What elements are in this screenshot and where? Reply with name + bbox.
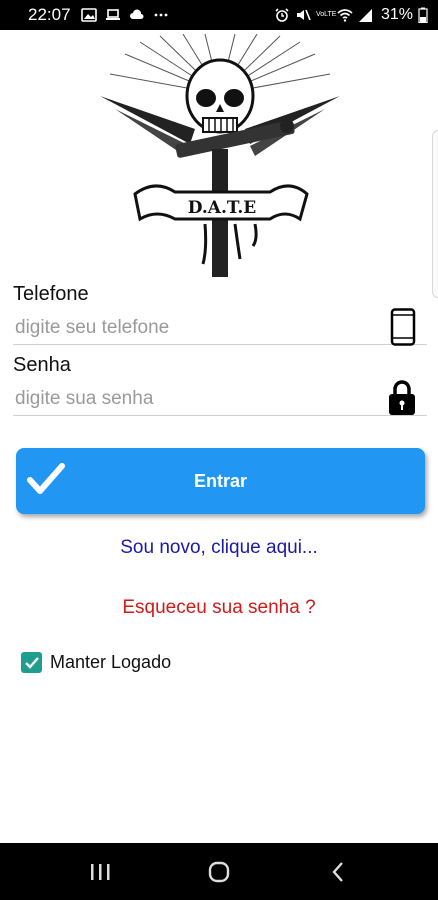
mute-icon (296, 9, 311, 21)
check-icon (24, 656, 39, 669)
alarm-icon (275, 8, 289, 22)
volte-icon: VoLTE (315, 11, 337, 18)
back-icon (332, 861, 344, 882)
recents-icon (90, 863, 110, 880)
smartphone-icon (390, 308, 416, 346)
back-button[interactable] (308, 852, 368, 892)
signal-icon (358, 9, 372, 22)
enter-button-label: Entrar (193, 470, 247, 491)
date-logo: D.A.T.E (100, 34, 340, 277)
keep-logged-row[interactable]: Manter Logado (21, 652, 171, 673)
checkmark-icon (27, 463, 65, 494)
keep-logged-label: Manter Logado (50, 652, 172, 672)
phone-input[interactable] (13, 311, 427, 345)
edge-panel-handle[interactable] (432, 130, 438, 298)
home-button[interactable] (189, 852, 249, 892)
more-icon (154, 13, 167, 17)
battery-percent: 31% (380, 6, 413, 23)
phone-label: Telefone (13, 283, 89, 305)
forgot-password-link[interactable]: Esqueceu sua senha ? (0, 597, 438, 619)
lock-icon (389, 380, 415, 415)
cloud-icon (129, 9, 144, 19)
image-icon (80, 8, 97, 22)
status-time: 22:07 (28, 5, 71, 24)
logo-text: D.A.T.E (188, 198, 257, 218)
navigation-bar (0, 843, 438, 900)
wifi-icon (337, 9, 353, 22)
password-label: Senha (13, 354, 71, 376)
laptop-icon (105, 9, 120, 20)
status-bar: 22:07 VoLTE 31% (0, 0, 438, 30)
new-user-link[interactable]: Sou novo, clique aqui... (0, 537, 438, 559)
keep-logged-checkbox[interactable] (21, 652, 42, 673)
recents-button[interactable] (70, 852, 130, 892)
home-icon (208, 861, 230, 882)
password-input[interactable] (13, 382, 427, 416)
enter-button[interactable]: Entrar (16, 448, 425, 514)
battery-icon (418, 7, 428, 23)
